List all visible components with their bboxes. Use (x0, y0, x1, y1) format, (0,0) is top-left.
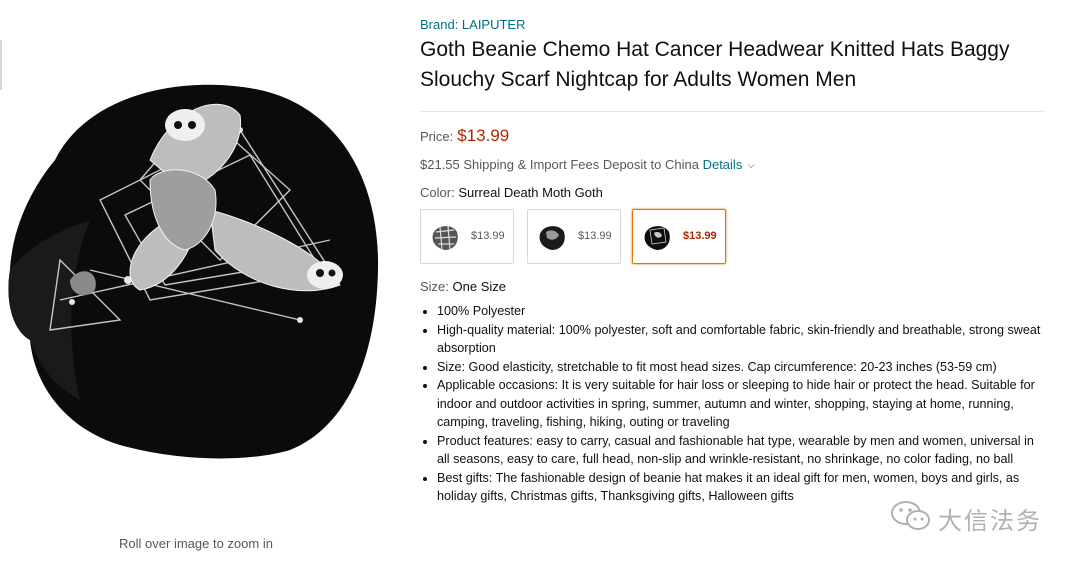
swatch-3-selected[interactable]: $13.99 (632, 209, 726, 264)
swatch-price: $13.99 (683, 230, 717, 242)
swatch-price: $13.99 (578, 230, 612, 242)
price-row: Price: $13.99 (420, 126, 509, 146)
brand-link[interactable]: Brand: LAIPUTER (420, 17, 526, 32)
feature-bullet: Product features: easy to carry, casual … (437, 432, 1047, 469)
shipping-details-link[interactable]: Details (703, 157, 743, 172)
feature-bullet: Applicable occasions: It is very suitabl… (437, 376, 1047, 432)
shipping-info: $21.55 Shipping & Import Fees Deposit to… (420, 157, 755, 172)
size-value: One Size (452, 279, 507, 294)
swatch-price: $13.99 (471, 230, 505, 242)
beanie-thumb-icon (539, 226, 565, 250)
size-row: Size: One Size (420, 279, 506, 294)
product-image[interactable] (0, 70, 400, 470)
feature-bullet: High-quality material: 100% polyester, s… (437, 321, 1047, 358)
swatch-2[interactable]: $13.99 (527, 209, 621, 264)
color-label: Color: (420, 185, 455, 200)
size-label: Size: (420, 279, 449, 294)
image-gallery: Roll over image to zoom in (0, 0, 400, 562)
beanie-thumb-icon (432, 225, 458, 251)
wechat-icon (891, 501, 930, 530)
watermark: 大信法务 (880, 497, 1070, 537)
feature-bullet: 100% Polyester (437, 302, 1047, 321)
chevron-down-icon[interactable]: ⌵ (747, 160, 755, 171)
beanie-thumb-icon (644, 226, 670, 250)
feature-bullets: 100% Polyester High-quality material: 10… (420, 302, 1047, 506)
watermark-text: 大信法务 (938, 507, 1042, 535)
feature-bullet: Size: Good elasticity, stretchable to fi… (437, 358, 1047, 377)
product-title: Goth Beanie Chemo Hat Cancer Headwear Kn… (420, 38, 1010, 91)
shipping-text: $21.55 Shipping & Import Fees Deposit to… (420, 157, 699, 172)
zoom-hint: Roll over image to zoom in (119, 536, 273, 551)
color-swatches: $13.99 $13.99 $13.99 (420, 209, 740, 267)
divider (420, 111, 1045, 112)
color-value: Surreal Death Moth Goth (458, 185, 603, 200)
price-label: Price: (420, 129, 454, 144)
price-value: $13.99 (457, 126, 510, 145)
color-row: Color: Surreal Death Moth Goth (420, 185, 603, 200)
swatch-1[interactable]: $13.99 (420, 209, 514, 264)
